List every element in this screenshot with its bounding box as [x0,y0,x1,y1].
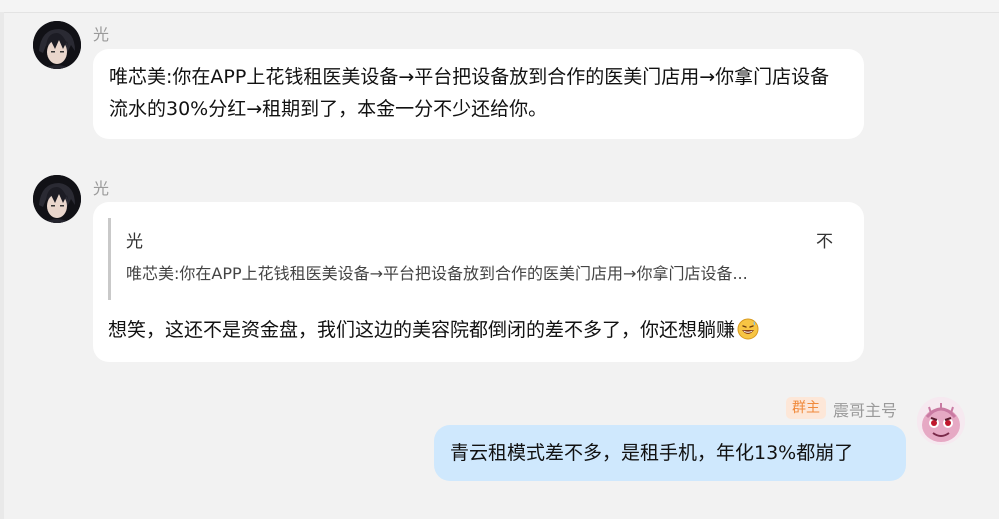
left-divider [0,12,4,519]
message-bubble[interactable]: 唯芯美:你在APP上花钱租医美设备→平台把设备放到合作的医美门店用→你拿门店设备… [93,49,864,139]
quote-collapse-toggle[interactable]: 不 [816,227,833,252]
quote-author: 光 [126,232,143,252]
sender-name[interactable]: 光 [93,21,109,45]
message-text: 唯芯美:你在APP上花钱租医美设备→平台把设备放到合作的医美门店用→你拿门店设备… [109,66,830,120]
sender-name[interactable]: 光 [93,175,109,199]
message-text: 想笑，这还不是资金盘，我们这边的美容院都倒闭的差不多了，你还想躺赚 [108,319,736,341]
message-bubble[interactable]: 光 不 唯芯美:你在APP上花钱租医美设备→平台把设备放到合作的医美门店用→你拿… [93,202,864,362]
sender-name[interactable]: 震哥主号 [833,397,897,421]
pink-creature-avatar-icon [917,397,965,445]
group-owner-badge: 群主 [786,397,826,419]
dark-hair-avatar-icon [33,21,81,69]
avatar[interactable] [917,397,965,445]
message-text: 青云租模式差不多，是租手机，年化13%都崩了 [450,442,854,464]
quote-text: 唯芯美:你在APP上花钱租医美设备→平台把设备放到合作的医美门店用→你拿门店设备… [126,264,748,283]
message-bubble[interactable]: 青云租模式差不多，是租手机，年化13%都崩了 [434,425,906,481]
grinning-sweat-emoji-icon [737,318,759,340]
avatar[interactable] [33,21,81,69]
dark-hair-avatar-icon [33,175,81,223]
quoted-message[interactable]: 光 不 唯芯美:你在APP上花钱租医美设备→平台把设备放到合作的医美门店用→你拿… [108,218,833,300]
message-text-row: 想笑，这还不是资金盘，我们这边的美容院都倒闭的差不多了，你还想躺赚 [108,314,759,346]
top-divider [0,0,999,13]
avatar[interactable] [33,175,81,223]
